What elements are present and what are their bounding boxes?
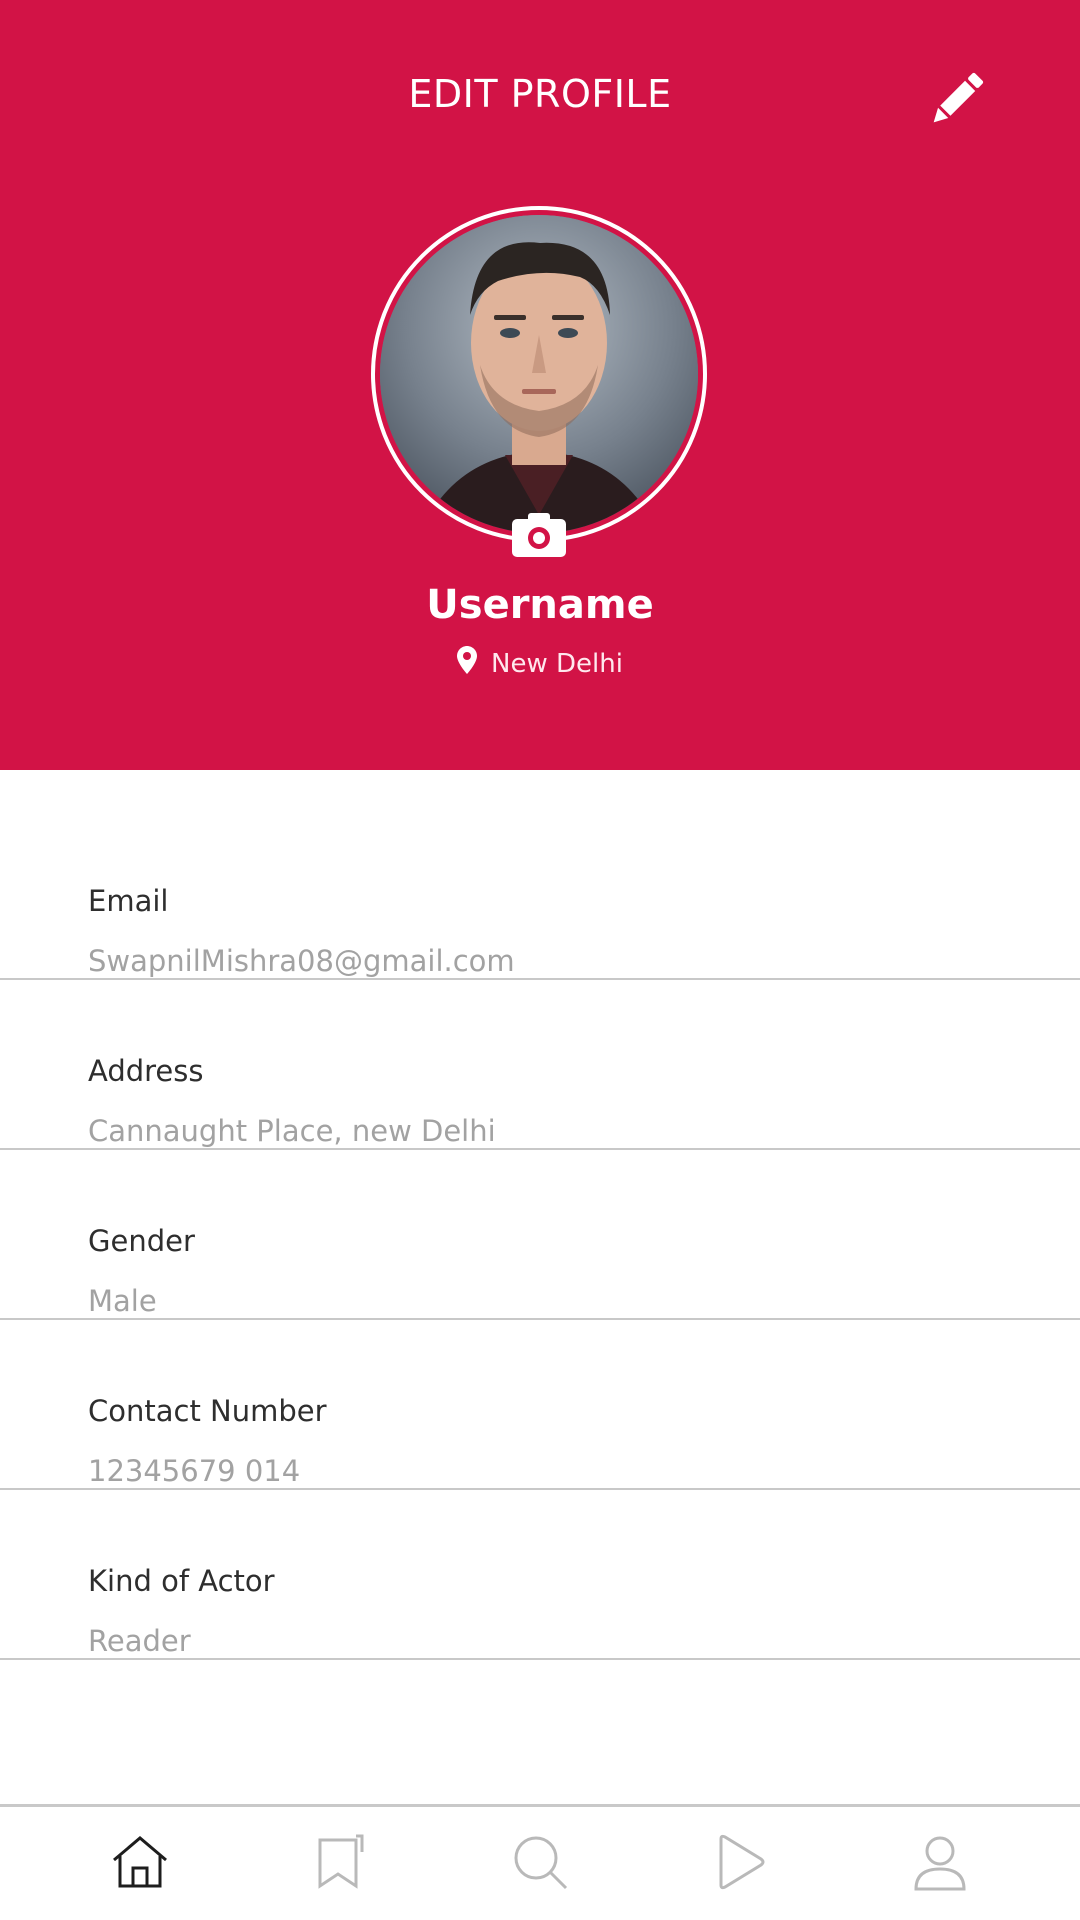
username: Username <box>426 582 654 628</box>
profile-icon <box>912 1833 968 1895</box>
address-field: Address Cannaught Place, new Delhi <box>0 980 1080 1150</box>
avatar-ring <box>371 206 707 542</box>
pencil-icon <box>924 66 990 136</box>
home-icon <box>110 1834 170 1894</box>
location: New Delhi <box>0 646 1080 681</box>
page-title: EDIT PROFILE <box>408 72 672 116</box>
actor-kind-field: Kind of Actor Reader <box>0 1490 1080 1660</box>
search-icon <box>510 1832 570 1896</box>
bottom-nav <box>0 1804 1080 1920</box>
email-field: Email SwapnilMishra08@gmail.com <box>0 810 1080 980</box>
change-photo-button[interactable] <box>512 512 566 560</box>
gender-field: Gender Male <box>0 1150 1080 1320</box>
avatar[interactable] <box>380 215 698 533</box>
profile-header: EDIT PROFILE Username New Delhi <box>0 0 1080 770</box>
nav-profile[interactable] <box>895 1819 985 1909</box>
nav-bookmarks[interactable] <box>295 1819 385 1909</box>
map-pin-icon <box>457 646 478 681</box>
gender-label: Gender <box>88 1224 195 1258</box>
email-value[interactable]: SwapnilMishra08@gmail.com <box>88 944 988 978</box>
contact-number-label: Contact Number <box>88 1394 327 1428</box>
actor-kind-label: Kind of Actor <box>88 1564 275 1598</box>
address-value[interactable]: Cannaught Place, new Delhi <box>88 1114 988 1148</box>
camera-icon <box>512 511 566 561</box>
contact-number-field: Contact Number 12345679 014 <box>0 1320 1080 1490</box>
gender-value[interactable]: Male <box>88 1284 988 1318</box>
actor-kind-value[interactable]: Reader <box>88 1624 988 1658</box>
nav-search[interactable] <box>495 1819 585 1909</box>
play-icon <box>713 1833 767 1895</box>
contact-number-value[interactable]: 12345679 014 <box>88 1454 988 1488</box>
nav-home[interactable] <box>95 1819 185 1909</box>
edit-button[interactable] <box>922 66 992 136</box>
nav-play[interactable] <box>695 1819 785 1909</box>
address-label: Address <box>88 1054 204 1088</box>
edit-profile-screen: EDIT PROFILE Username New Delhi Email Sw… <box>0 0 1080 1920</box>
bookmark-icon <box>314 1834 366 1894</box>
location-text: New Delhi <box>491 648 623 679</box>
email-label: Email <box>88 884 169 918</box>
